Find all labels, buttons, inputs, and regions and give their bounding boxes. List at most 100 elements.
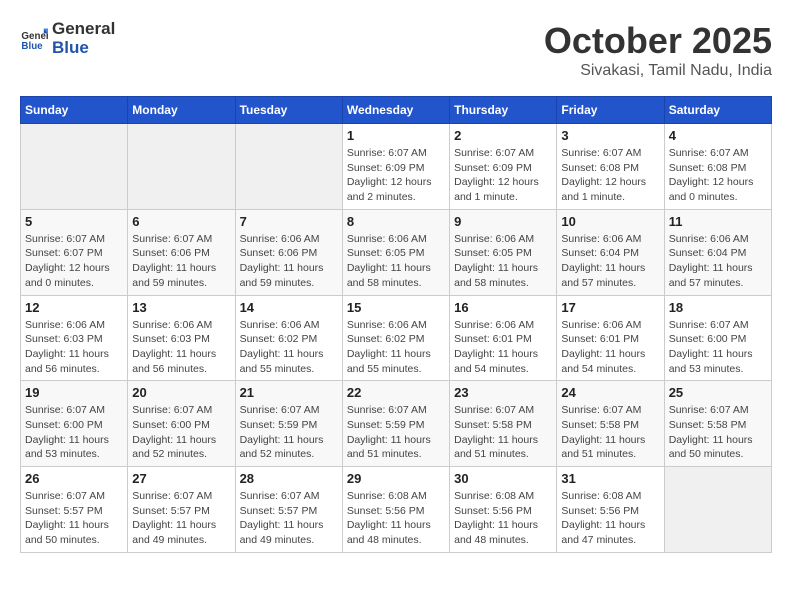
day-number: 20 (132, 385, 230, 400)
calendar-cell: 10 Sunrise: 6:06 AM Sunset: 6:04 PM Dayli… (557, 209, 664, 295)
weekday-header-thursday: Thursday (450, 97, 557, 124)
day-info: Sunrise: 6:06 AM Sunset: 6:04 PM Dayligh… (669, 232, 767, 291)
calendar-cell: 2 Sunrise: 6:07 AM Sunset: 6:09 PM Daylig… (450, 124, 557, 210)
calendar-cell: 28 Sunrise: 6:07 AM Sunset: 5:57 PM Dayli… (235, 467, 342, 553)
day-number: 18 (669, 300, 767, 315)
day-info: Sunrise: 6:07 AM Sunset: 6:00 PM Dayligh… (132, 403, 230, 462)
day-info: Sunrise: 6:08 AM Sunset: 5:56 PM Dayligh… (454, 489, 552, 548)
day-info: Sunrise: 6:06 AM Sunset: 6:01 PM Dayligh… (454, 318, 552, 377)
calendar-cell (664, 467, 771, 553)
calendar-cell (235, 124, 342, 210)
weekday-header-friday: Friday (557, 97, 664, 124)
calendar-header: SundayMondayTuesdayWednesdayThursdayFrid… (21, 97, 772, 124)
calendar-cell: 23 Sunrise: 6:07 AM Sunset: 5:58 PM Dayli… (450, 381, 557, 467)
day-info: Sunrise: 6:07 AM Sunset: 5:58 PM Dayligh… (669, 403, 767, 462)
calendar-week-row: 12 Sunrise: 6:06 AM Sunset: 6:03 PM Dayli… (21, 295, 772, 381)
day-info: Sunrise: 6:06 AM Sunset: 6:02 PM Dayligh… (347, 318, 445, 377)
calendar-cell: 15 Sunrise: 6:06 AM Sunset: 6:02 PM Dayli… (342, 295, 449, 381)
calendar-week-row: 26 Sunrise: 6:07 AM Sunset: 5:57 PM Dayli… (21, 467, 772, 553)
page-header: General Blue General Blue October 2025 S… (20, 20, 772, 80)
day-info: Sunrise: 6:07 AM Sunset: 6:00 PM Dayligh… (25, 403, 123, 462)
day-number: 9 (454, 214, 552, 229)
calendar-cell: 27 Sunrise: 6:07 AM Sunset: 5:57 PM Dayli… (128, 467, 235, 553)
day-info: Sunrise: 6:06 AM Sunset: 6:02 PM Dayligh… (240, 318, 338, 377)
day-info: Sunrise: 6:07 AM Sunset: 5:58 PM Dayligh… (454, 403, 552, 462)
day-info: Sunrise: 6:07 AM Sunset: 6:09 PM Dayligh… (454, 146, 552, 205)
day-number: 10 (561, 214, 659, 229)
day-number: 28 (240, 471, 338, 486)
logo-blue-text: Blue (52, 39, 115, 58)
calendar-cell: 14 Sunrise: 6:06 AM Sunset: 6:02 PM Dayli… (235, 295, 342, 381)
day-info: Sunrise: 6:06 AM Sunset: 6:04 PM Dayligh… (561, 232, 659, 291)
day-info: Sunrise: 6:06 AM Sunset: 6:03 PM Dayligh… (132, 318, 230, 377)
day-number: 4 (669, 128, 767, 143)
logo-general-text: General (52, 20, 115, 39)
weekday-header-wednesday: Wednesday (342, 97, 449, 124)
day-number: 8 (347, 214, 445, 229)
calendar-cell: 18Sunrise: 6:07 AM Sunset: 6:00 PM Dayli… (664, 295, 771, 381)
calendar-cell: 8 Sunrise: 6:06 AM Sunset: 6:05 PM Daylig… (342, 209, 449, 295)
day-number: 25 (669, 385, 767, 400)
day-number: 11 (669, 214, 767, 229)
calendar-cell: 9 Sunrise: 6:06 AM Sunset: 6:05 PM Daylig… (450, 209, 557, 295)
calendar-cell: 6Sunrise: 6:07 AM Sunset: 6:06 PM Daylig… (128, 209, 235, 295)
day-number: 3 (561, 128, 659, 143)
calendar-cell: 19Sunrise: 6:07 AM Sunset: 6:00 PM Dayli… (21, 381, 128, 467)
day-number: 12 (25, 300, 123, 315)
calendar-cell: 17Sunrise: 6:06 AM Sunset: 6:01 PM Dayli… (557, 295, 664, 381)
calendar-cell: 4 Sunrise: 6:07 AM Sunset: 6:08 PM Daylig… (664, 124, 771, 210)
day-number: 24 (561, 385, 659, 400)
calendar-cell: 11 Sunrise: 6:06 AM Sunset: 6:04 PM Dayli… (664, 209, 771, 295)
day-info: Sunrise: 6:07 AM Sunset: 5:58 PM Dayligh… (561, 403, 659, 462)
day-number: 5 (25, 214, 123, 229)
calendar-cell: 7Sunrise: 6:06 AM Sunset: 6:06 PM Daylig… (235, 209, 342, 295)
day-info: Sunrise: 6:07 AM Sunset: 5:57 PM Dayligh… (240, 489, 338, 548)
calendar-cell: 20 Sunrise: 6:07 AM Sunset: 6:00 PM Dayli… (128, 381, 235, 467)
day-number: 23 (454, 385, 552, 400)
calendar-cell: 21Sunrise: 6:07 AM Sunset: 5:59 PM Dayli… (235, 381, 342, 467)
calendar-cell: 13Sunrise: 6:06 AM Sunset: 6:03 PM Dayli… (128, 295, 235, 381)
day-info: Sunrise: 6:07 AM Sunset: 5:57 PM Dayligh… (25, 489, 123, 548)
day-info: Sunrise: 6:06 AM Sunset: 6:05 PM Dayligh… (454, 232, 552, 291)
logo-icon: General Blue (20, 25, 48, 53)
calendar-cell: 5 Sunrise: 6:07 AM Sunset: 6:07 PM Daylig… (21, 209, 128, 295)
day-info: Sunrise: 6:07 AM Sunset: 6:08 PM Dayligh… (669, 146, 767, 205)
day-info: Sunrise: 6:07 AM Sunset: 6:07 PM Dayligh… (25, 232, 123, 291)
calendar-cell (128, 124, 235, 210)
day-info: Sunrise: 6:07 AM Sunset: 5:57 PM Dayligh… (132, 489, 230, 548)
calendar-cell: 24 Sunrise: 6:07 AM Sunset: 5:58 PM Dayli… (557, 381, 664, 467)
day-number: 21 (240, 385, 338, 400)
day-info: Sunrise: 6:06 AM Sunset: 6:05 PM Dayligh… (347, 232, 445, 291)
day-info: Sunrise: 6:08 AM Sunset: 5:56 PM Dayligh… (347, 489, 445, 548)
weekday-header-saturday: Saturday (664, 97, 771, 124)
day-info: Sunrise: 6:07 AM Sunset: 5:59 PM Dayligh… (347, 403, 445, 462)
calendar-cell: 25 Sunrise: 6:07 AM Sunset: 5:58 PM Dayli… (664, 381, 771, 467)
weekday-header-tuesday: Tuesday (235, 97, 342, 124)
day-info: Sunrise: 6:06 AM Sunset: 6:06 PM Dayligh… (240, 232, 338, 291)
calendar-cell: 3Sunrise: 6:07 AM Sunset: 6:08 PM Daylig… (557, 124, 664, 210)
day-number: 27 (132, 471, 230, 486)
day-number: 6 (132, 214, 230, 229)
title-area: October 2025 Sivakasi, Tamil Nadu, India (544, 20, 772, 80)
day-number: 14 (240, 300, 338, 315)
day-number: 22 (347, 385, 445, 400)
calendar-table: SundayMondayTuesdayWednesdayThursdayFrid… (20, 96, 772, 553)
calendar-cell: 29 Sunrise: 6:08 AM Sunset: 5:56 PM Dayli… (342, 467, 449, 553)
day-number: 26 (25, 471, 123, 486)
day-number: 16 (454, 300, 552, 315)
day-info: Sunrise: 6:06 AM Sunset: 6:01 PM Dayligh… (561, 318, 659, 377)
svg-text:Blue: Blue (21, 40, 43, 51)
day-number: 2 (454, 128, 552, 143)
calendar-week-row: 19Sunrise: 6:07 AM Sunset: 6:00 PM Dayli… (21, 381, 772, 467)
calendar-cell: 22 Sunrise: 6:07 AM Sunset: 5:59 PM Dayli… (342, 381, 449, 467)
day-number: 15 (347, 300, 445, 315)
calendar-cell: 31Sunrise: 6:08 AM Sunset: 5:56 PM Dayli… (557, 467, 664, 553)
calendar-cell: 12Sunrise: 6:06 AM Sunset: 6:03 PM Dayli… (21, 295, 128, 381)
calendar-cell: 30 Sunrise: 6:08 AM Sunset: 5:56 PM Dayli… (450, 467, 557, 553)
calendar-cell (21, 124, 128, 210)
calendar-title: October 2025 (544, 20, 772, 62)
day-number: 29 (347, 471, 445, 486)
calendar-body: 1Sunrise: 6:07 AM Sunset: 6:09 PM Daylig… (21, 124, 772, 553)
day-number: 30 (454, 471, 552, 486)
calendar-cell: 16 Sunrise: 6:06 AM Sunset: 6:01 PM Dayli… (450, 295, 557, 381)
